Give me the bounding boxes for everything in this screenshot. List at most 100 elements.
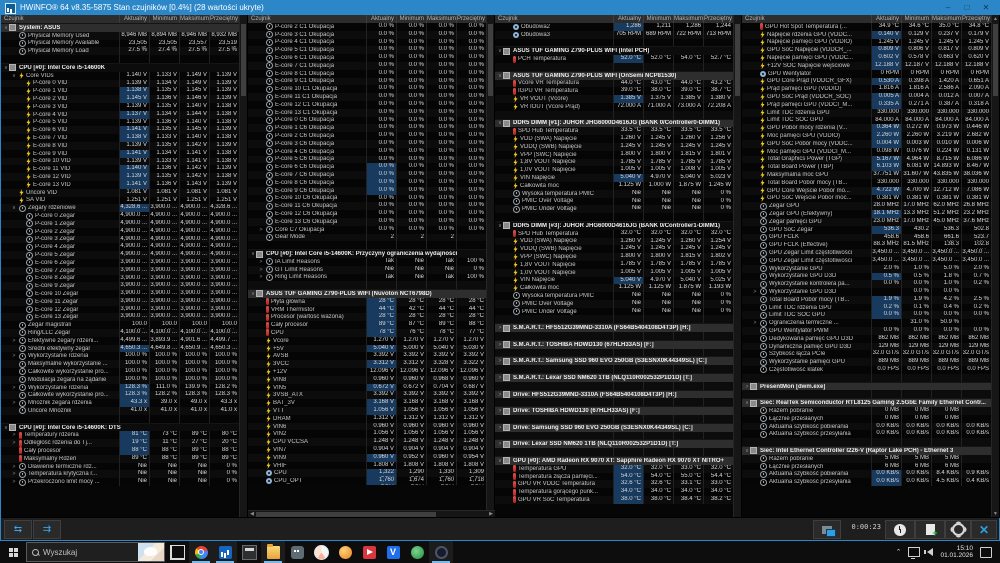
sensor-group-header[interactable]: ∨ASUS TUF GAMING Z790-PLUS WIFI (Nuvoton… — [248, 289, 487, 298]
sensor-row[interactable]: Gear Mode222 — [248, 234, 487, 242]
sensor-row[interactable]: VR IOUT (Vcore Prąd)72.000 A71.000 A73.0… — [495, 103, 734, 111]
sensor-row[interactable]: VIN Napięcie5.040 V4.970 V5.040 V5.023 V — [495, 174, 734, 182]
sensor-row[interactable]: E-core 6 C1 Okupacja0.0 %0.0 %0.0 %0.0 % — [248, 54, 487, 62]
sensor-row[interactable]: VR VOUT (Vcore)1.385 V1.375 V1.385 V1.38… — [495, 95, 734, 103]
sensor-row[interactable]: P-core 4 C6 Okupacja0.0 %0.0 %0.0 %0.0 % — [248, 148, 487, 156]
expand-arrow-icon[interactable]: > — [258, 274, 264, 280]
sensor-row[interactable]: >Temperatura krytyczna r...NieNieNie0 % — [1, 470, 240, 478]
sensor-row[interactable]: Prąd pamięci GPU (VDDIO)1.816 A1.816 A2.… — [742, 85, 992, 93]
expand-arrow-icon[interactable]: > — [258, 259, 264, 265]
sensor-row[interactable]: Całkowita moc1.125 W1.000 W1.875 W1.245 … — [495, 182, 734, 190]
sensor-group-header[interactable]: ∨System: ASUS — [1, 23, 240, 32]
sensor-row[interactable]: Razem pobranie5 MB5 MB5 MB — [742, 455, 992, 463]
sensor-row[interactable]: E-core 12 Zegar3,900.0 ...3,900.0 ...3,9… — [1, 306, 240, 314]
sensor-row[interactable]: BAT_3V3.168 V3.168 V3.168 V3.168 V — [248, 399, 487, 407]
sensor-group-header[interactable]: >Drive: Samsung SSD 960 EVO 250GB (S3ESN… — [495, 423, 734, 432]
sensor-row[interactable]: VIN90.960 V0.952 V0.960 V0.954 V — [248, 454, 487, 462]
sensor-row[interactable]: E-core 10 Zegar3,900.0 ...3,900.0 ...3,9… — [1, 290, 240, 298]
shrink-columns-button[interactable]: ⇉ — [33, 520, 61, 539]
column-header-czujnik[interactable]: Czujnik — [248, 15, 367, 23]
sensor-group-header[interactable]: ∨ASUS TUF GAMING Z790-PLUS WIFI (Intel P… — [495, 46, 734, 55]
sensor-row[interactable]: GPU Zegar Limit częstotliwości3,450.0 ..… — [742, 249, 992, 257]
sensor-row[interactable]: >Wykorzystanie rdzenia128.3 %111.0 %139.… — [1, 384, 240, 392]
sensor-row[interactable]: E-core 9 Zegar3,900.0 ...3,900.0 ...3,90… — [1, 282, 240, 290]
sensor-row[interactable]: Wysoka temperatura PMICNieNieNie0 % — [495, 292, 734, 300]
column-header-minimum[interactable]: Minimum — [150, 15, 180, 23]
sensor-row[interactable]: GPU Core Prąd (VDDCR_GFX)0.530 A0.398 A1… — [742, 78, 992, 86]
sensor-row[interactable]: PCH Temperatura52.0 °C52.0 °C54.0 °C52.7… — [495, 55, 734, 63]
sensor-row[interactable]: P-core 2 VID1.145 V1.136 V1.146 V1.139 V — [1, 95, 240, 103]
taskbar-app-file-explorer[interactable] — [261, 541, 285, 563]
sensor-row[interactable]: Całkowite wykorzystanie pro...128.3 %128… — [1, 391, 240, 399]
sensor-row[interactable]: 3VCC3.312 V3.312 V3.328 V3.322 V — [248, 360, 487, 368]
sensor-row[interactable]: 1,0V VOUT Napięcie1.005 V1.005 V1.005 V1… — [495, 269, 734, 277]
sensor-row[interactable]: GPU FCLK458.6 MHz458.6 MHz661.6 MHz523.7… — [742, 234, 992, 242]
close-sensors-button[interactable]: ✕ — [971, 520, 997, 539]
sensor-row[interactable]: CPU_OPT1,760 RPM1,674 RPM1,760 RPM1,718 … — [248, 477, 487, 485]
sensor-row[interactable]: SPD Hub Temperatura33.5 °C33.5 °C33.5 °C… — [495, 127, 734, 135]
notification-center-icon[interactable] — [980, 547, 992, 558]
sensor-row[interactable]: E-core 13 C6 Okupacja0.0 %0.0 %0.0 %0.0 … — [248, 218, 487, 226]
column-header-maksimum[interactable]: Maksimum — [427, 15, 457, 23]
sensor-row[interactable]: SPD Hub Temperatura32.0 °C32.0 °C32.0 °C… — [495, 230, 734, 238]
sensor-row[interactable]: VDDQ (SWB) Napięcie1.245 V1.245 V1.245 V… — [495, 245, 734, 253]
sensor-row[interactable]: Obudowa21,286 RPM1,211 RPM1,286 RPM1,244… — [495, 23, 734, 31]
vertical-scrollbar[interactable] — [486, 15, 494, 518]
sensor-row[interactable]: PMIC Over VoltageNieNieNie0 % — [495, 300, 734, 308]
column-header-aktualny[interactable]: Aktualny — [872, 15, 902, 23]
taskbar-app-v-app[interactable] — [381, 541, 405, 563]
sensor-row[interactable]: Limit TDC rdzenia GPU330.000 A330.000 A3… — [742, 109, 992, 117]
sensor-row[interactable]: VPP (SWC) Napięcie1.800 V1.800 V1.815 V1… — [495, 151, 734, 159]
logging-clock-button[interactable] — [885, 520, 915, 539]
sensor-row[interactable]: >Wykorzystanie rdzenia100.0 %100.0 %100.… — [1, 352, 240, 360]
sensor-row[interactable]: CPU78 °C76 °C78 °C77 °C — [248, 329, 487, 337]
sensor-group-header[interactable]: >Drive: HFS512G39MND-3310A (FS64B5404108… — [495, 390, 734, 399]
sensor-row[interactable]: >Efektywne zegary rdzeni...4,499.6 ...3,… — [1, 337, 240, 345]
sensor-group-header[interactable]: ∨DDR5 DIMM [#3]: JUHOR JHG6000D4616JG (B… — [495, 221, 734, 230]
sensor-row[interactable]: Łącznie przesłanych0 MB0 MB0 MB — [742, 415, 992, 423]
expand-arrow-icon[interactable]: > — [258, 267, 264, 273]
expand-arrow-icon[interactable]: > — [11, 338, 17, 344]
taskbar-app-green-app[interactable] — [405, 541, 429, 563]
sensor-row[interactable]: E-core 7 Zegar3,900.0 ...3,900.0 ...3,90… — [1, 267, 240, 275]
column-header-przeciętny[interactable]: Przeciętny — [704, 15, 734, 23]
expand-arrow-icon[interactable]: > — [752, 320, 758, 326]
sensor-row[interactable]: E-core 11 C6 Okupacja0.0 %0.0 %0.0 %0.0 … — [248, 202, 487, 210]
sensor-row[interactable]: Total Board Pobór mocy (TB...330.000 W33… — [742, 179, 992, 187]
sensor-row[interactable]: E-core 11 VID1.140 V1.136 V1.142 V1.139 … — [1, 165, 240, 173]
sensor-row[interactable]: E-core 6 VID1.141 V1.135 V1.145 V1.139 V — [1, 126, 240, 134]
column-header-czujnik[interactable]: Czujnik — [495, 15, 614, 23]
sensor-row[interactable]: E-core 7 C6 Okupacja0.0 %0.0 %0.0 %0.0 % — [248, 171, 487, 179]
sensor-group-header[interactable]: >S.M.A.R.T.: Samsung SSD 960 EVO 250GB (… — [495, 356, 734, 365]
sensor-row[interactable]: Napięcie rdzenia GPU (VDDC...0.140 V0.12… — [742, 31, 992, 39]
sensor-row[interactable]: Temperatura GPU32.0 °C32.0 °C33.0 °C32.0… — [495, 465, 734, 473]
sensor-row[interactable]: E-core 6 C6 Okupacja0.0 %0.0 %0.0 %0.0 % — [248, 163, 487, 171]
sensor-row[interactable]: SA VID1.251 V1.251 V1.251 V1.251 V — [1, 197, 240, 205]
column-header-minimum[interactable]: Minimum — [644, 15, 674, 23]
sensor-row[interactable]: Maksymalne wykorzystanie ...100.0 %100.0… — [1, 360, 240, 368]
sensor-row[interactable]: Zegar GPU28.0 MHz17.0 MHz62.0 MHz26.8 MH… — [742, 202, 992, 210]
sensor-row[interactable]: Vcore1.270 V1.270 V1.270 V1.270 V — [248, 337, 487, 345]
column-header-czujnik[interactable]: Czujnik — [1, 15, 120, 23]
sensor-row[interactable]: E-core 12 VID1.139 V1.135 V1.142 V1.138 … — [1, 173, 240, 181]
sensor-row[interactable]: P-core 3 Zegar4,900.0 ...4,900.0 ...4,90… — [1, 236, 240, 244]
sensor-row[interactable]: Physical Memory Used8,946 MB8,894 MB8,94… — [1, 32, 240, 40]
column-header-aktualny[interactable]: Aktualny — [367, 15, 397, 23]
sensor-row[interactable]: >Ograniczenia termiczne ...31.0 %50.9 % — [742, 319, 992, 327]
sensor-row[interactable]: P-core 3 C1 Okupacja0.0 %0.0 %0.0 %0.0 % — [248, 31, 487, 39]
sensor-row[interactable]: VIN Napięcie5.040 V4.970 V5.040 V5.025 V — [495, 277, 734, 285]
sensor-row[interactable]: GPU Pobór mocy rdzenia (V...0.364 W0.272… — [742, 124, 992, 132]
column-header-aktualny[interactable]: Aktualny — [120, 15, 150, 23]
sensor-row[interactable]: Dedykowana pamięć GPU D3D862 MB862 MB862… — [742, 335, 992, 343]
sensor-group-header[interactable]: ∨ASUS TUF GAMING Z790-PLUS WIFI (OnSemi … — [495, 71, 734, 80]
sensor-group-header[interactable]: >S.M.A.R.T.: Lexar SSD NM620 1TB (NLQ110… — [495, 373, 734, 382]
sensor-row[interactable]: >Mnożnik zegara rdzenia43.3 x39.0 x49.0 … — [1, 399, 240, 407]
sensor-row[interactable]: GPU Hot Spot Temperatura (...34.9 °C34.6… — [742, 23, 992, 31]
sensor-row[interactable]: Płyta główna28 °C28 °C28 °C28 °C — [248, 298, 487, 306]
close-icon[interactable]: ✕ — [977, 2, 995, 14]
sensor-row[interactable]: >Odległość rdzenia do Tj...19 °C11 °C27 … — [1, 439, 240, 447]
sensor-group-header[interactable]: ∨CPU [#0]: Intel Core i5-14600K: DTS — [1, 423, 240, 432]
sensor-row[interactable]: CPU VCCSA1.248 V1.248 V1.248 V1.248 V — [248, 438, 487, 446]
sensor-row[interactable]: Całkowita moc1.125 W1.125 W1.875 W1.193 … — [495, 284, 734, 292]
sensor-row[interactable]: Moc pamięci GPU (VDDCI_M...0.098 W0.076 … — [742, 148, 992, 156]
